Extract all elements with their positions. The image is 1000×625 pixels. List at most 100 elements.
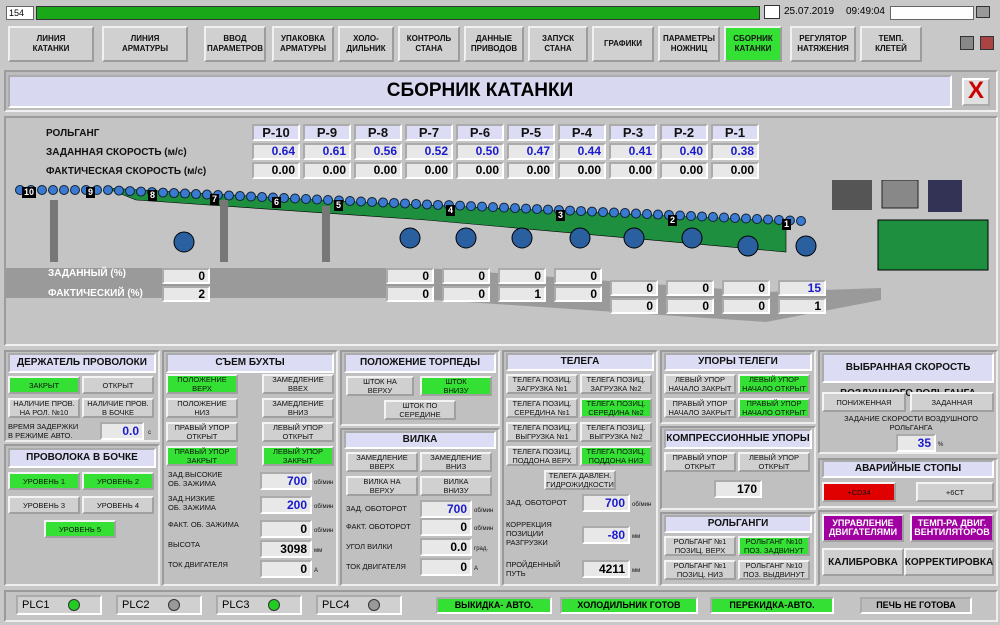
nav-button-7[interactable]: ДАННЫЕ ПРИВОДОВ — [464, 26, 524, 62]
coil-b1-indicator[interactable]: ПОЛОЖЕНИЕ ВЕРХ — [166, 374, 238, 394]
left-stop-open-indicator[interactable]: ЛЕВЫЙ УПОР НАЧАЛО ОТКРЫТ — [738, 374, 810, 394]
cart-b5-indicator[interactable]: ТЕЛЕГА ПОЗИЦ. ВЫГРУЗКА №1 — [506, 422, 578, 442]
nav-button-5[interactable]: ХОЛО- ДИЛЬНИК — [338, 26, 394, 62]
cart-b2-indicator[interactable]: ТЕЛЕГА ПОЗИЦ. ЗАГРУЗКА №2 — [580, 374, 652, 394]
holder-open-button[interactable]: ОТКРЫТ — [82, 376, 154, 394]
set-percent-value: 0 — [610, 280, 658, 296]
fan-temp-button[interactable]: ТЕМП-РА ДВИГ. ВЕНТИЛЯТОРОВ — [910, 514, 994, 542]
calendar-icon — [764, 5, 780, 19]
fork-top-indicator[interactable]: ВИЛКА НА ВЕРХУ — [346, 476, 418, 496]
fork-slow-down-indicator[interactable]: ЗАМЕДЛЕНИЕ ВНИЗ — [420, 452, 492, 472]
menu-icon[interactable] — [976, 6, 990, 18]
set-speed-value: 0.47 — [507, 143, 555, 160]
right-stop-closed-indicator[interactable]: ПРАВЫЙ УПОР НАЧАЛО ЗАКРЫТ — [664, 398, 736, 418]
fork-row-2-unit: об/мин — [474, 526, 494, 532]
level-2-indicator[interactable]: УРОВЕНЬ 2 — [82, 472, 154, 490]
nav-button-3[interactable]: ВВОД ПАРАМЕТРОВ — [204, 26, 266, 62]
level-4-indicator[interactable]: УРОВЕНЬ 4 — [82, 496, 154, 514]
cooler-unit — [832, 180, 872, 210]
nav-button-9[interactable]: ГРАФИКИ — [592, 26, 654, 62]
roller10-out-indicator[interactable]: РОЛЬГАНГ №10 ПОЗ. ВЫДВИНУТ — [738, 560, 810, 580]
stem-middle-indicator[interactable]: ШТОК ПО СЕРЕДИНЕ — [384, 400, 456, 420]
set-speed-value: 0.44 — [558, 143, 606, 160]
nav-button-8[interactable]: ЗАПУСК СТАНА — [528, 26, 588, 62]
cart-b1-indicator[interactable]: ТЕЛЕГА ПОЗИЦ. ЗАГРУЗКА №1 — [506, 374, 578, 394]
nav-button-12[interactable]: РЕГУЛЯТОР НАТЯЖЕНИЯ — [790, 26, 856, 62]
nav-button-11[interactable]: СБОРНИК КАТАНКИ — [724, 26, 782, 62]
comp-left-open-indicator[interactable]: ЛЕВЫЙ УПОР ОТКРЫТ — [738, 452, 810, 472]
nav-button-4[interactable]: УПАКОВКА АРМАТУРЫ — [272, 26, 334, 62]
correction-button[interactable]: КОРРЕКТИРОВКА — [904, 548, 994, 576]
section-marker-5: 5 — [334, 200, 344, 211]
reduced-speed-button[interactable]: ПОНИЖЕННАЯ — [822, 392, 906, 412]
support-pillar — [322, 206, 330, 262]
settings-icon[interactable] — [980, 36, 994, 50]
support-pillar — [50, 200, 58, 262]
nav-button-6[interactable]: КОНТРОЛЬ СТАНА — [398, 26, 460, 62]
roller1-top-indicator[interactable]: РОЛЬГАНГ №1 ПОЗИЦ. ВЕРХ — [664, 536, 736, 556]
emergency-cd34-button[interactable]: +CD34 — [822, 482, 896, 502]
left-stop-closed-indicator[interactable]: ЛЕВЫЙ УПОР НАЧАЛО ЗАКРЫТ — [664, 374, 736, 394]
roller1-bottom-indicator[interactable]: РОЛЬГАНГ №1 ПОЗИЦ. НИЗ — [664, 560, 736, 580]
right-stop-open-indicator[interactable]: ПРАВЫЙ УПОР НАЧАЛО ОТКРЫТ — [738, 398, 810, 418]
coil-row-3-label: ФАКТ. ОБ. ЗАЖИМА — [168, 520, 239, 529]
roller — [169, 188, 179, 199]
motor-control-button[interactable]: УПРАВЛЕНИЕ ДВИГАТЕЛЯМИ — [822, 514, 904, 542]
calibration-button[interactable]: КАЛИБРОВКА — [822, 548, 904, 576]
torpedo-title: ПОЛОЖЕНИЕ ТОРПЕДЫ — [344, 353, 496, 373]
coil-b8-indicator[interactable]: ЛЕВЫЙ УПОР ЗАКРЫТ — [262, 446, 334, 466]
nav-button-10[interactable]: ПАРАМЕТРЫ НОЖНИЦ — [658, 26, 720, 62]
coil-b7-indicator[interactable]: ПРАВЫЙ УПОР ЗАКРЫТ — [166, 446, 238, 466]
cart-row-1-value: 700 — [582, 494, 630, 512]
set-speed-value: 0.41 — [609, 143, 657, 160]
air-speed-unit: % — [938, 442, 944, 448]
barrel-title: ПРОВОЛОКА В БОЧКЕ — [8, 448, 156, 468]
print-icon[interactable] — [960, 36, 974, 50]
roller — [763, 214, 773, 225]
holder-closed-button[interactable]: ЗАКРЫТ — [8, 376, 80, 394]
level-3-indicator[interactable]: УРОВЕНЬ 3 — [8, 496, 80, 514]
stem-bottom-indicator[interactable]: ШТОК ВНИЗУ — [420, 376, 492, 396]
nav-button-13[interactable]: ТЕМП. КЛЕТЕЙ — [860, 26, 922, 62]
level-1-indicator[interactable]: УРОВЕНЬ 1 — [8, 472, 80, 490]
roller — [158, 187, 168, 198]
comp-right-open-indicator[interactable]: ПРАВЫЙ УПОР ОТКРЫТ — [664, 452, 736, 472]
nav-button-1[interactable]: ЛИНИЯ КАТАНКИ — [8, 26, 94, 62]
roller — [741, 213, 751, 224]
cart-pressure-indicator[interactable]: ТЕЛЕГА ДАВЛЕН. ГИДРОЖИДКОСТИ — [544, 470, 616, 490]
cart-b8-indicator[interactable]: ТЕЛЕГА ПОЗИЦ. ПОДДОНА НИЗ — [580, 446, 652, 466]
cart-b4-indicator[interactable]: ТЕЛЕГА ПОЗИЦ. СЕРЕДИНА №2 — [580, 398, 652, 418]
motor — [455, 227, 477, 249]
coil-b2-indicator[interactable]: ЗАМЕДЛЕНИЕ ВВЕХ — [262, 374, 334, 394]
coil-b5-indicator[interactable]: ПРАВЫЙ УПОР ОТКРЫТ — [166, 422, 238, 442]
fork-row-1-unit: об/мин — [474, 508, 494, 514]
roller — [37, 185, 47, 195]
stem-top-indicator[interactable]: ШТОК НА ВЕРХУ — [346, 376, 414, 396]
cart-b6-indicator[interactable]: ТЕЛЕГА ПОЗИЦ. ВЫГРУЗКА №2 — [580, 422, 652, 442]
info-field — [890, 6, 974, 20]
fork-slow-up-indicator[interactable]: ЗАМЕДЛЕНИЕ ВВЕРХ — [346, 452, 418, 472]
actual-speed-value: 0.00 — [354, 162, 402, 179]
cart-row-2-unit: мм — [632, 534, 641, 540]
coil-b3-indicator[interactable]: ПОЛОЖЕНИЕ НИЗ — [166, 398, 238, 418]
cart-b3-indicator[interactable]: ТЕЛЕГА ПОЗИЦ. СЕРЕДИНА №1 — [506, 398, 578, 418]
emergency-6st-button[interactable]: +6СТ — [916, 482, 994, 502]
fork-bottom-indicator[interactable]: ВИЛКА ВНИЗУ — [420, 476, 492, 496]
set-speed-button[interactable]: ЗАДАННАЯ — [910, 392, 994, 412]
fork-row-3-label: УГОЛ ВИЛКИ — [346, 542, 393, 551]
coil-b4-indicator[interactable]: ЗАМЕДЛЕНИЕ ВНИЗ — [262, 398, 334, 418]
motor — [173, 231, 195, 253]
roller — [378, 197, 388, 208]
coil-b6-indicator[interactable]: ЛЕВЫЙ УПОР ОТКРЫТ — [262, 422, 334, 442]
level-5-indicator[interactable]: УРОВЕНЬ 5 — [44, 520, 116, 538]
roller10-in-indicator[interactable]: РОЛЬГАНГ №10 ПОЗ. ЗАДВИНУТ — [738, 536, 810, 556]
nav-button-2[interactable]: ЛИНИЯ АРМАТУРЫ — [102, 26, 188, 62]
screen-number-field[interactable]: 154 — [6, 6, 34, 20]
wire-on-roller-indicator[interactable]: НАЛИЧИЕ ПРОВ. НА РОЛ. №10 — [8, 398, 80, 418]
set-speed-value: 0.52 — [405, 143, 453, 160]
close-button[interactable]: X — [962, 78, 990, 106]
roller — [499, 202, 509, 213]
actual-percent-value: 1 — [778, 298, 826, 314]
cart-b7-indicator[interactable]: ТЕЛЕГА ПОЗИЦ. ПОДДОНА ВЕРХ — [506, 446, 578, 466]
wire-in-barrel-indicator[interactable]: НАЛИЧИЕ ПРОВ. В БОЧКЕ — [82, 398, 154, 418]
